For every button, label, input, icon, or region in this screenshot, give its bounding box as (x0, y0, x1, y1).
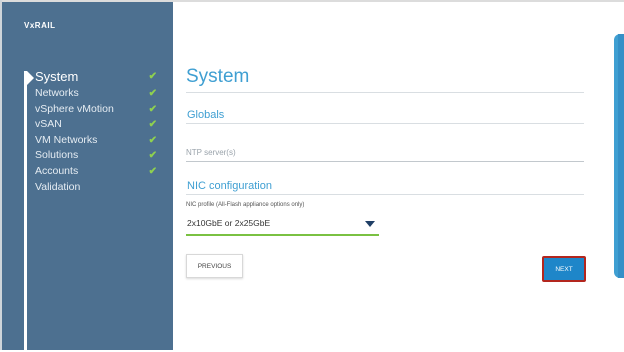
check-icon: ✔ (148, 88, 157, 99)
main-panel: System Globals NIC configuration NIC pro… (186, 0, 586, 350)
caret-down-icon (365, 221, 375, 227)
step-label: Solutions (35, 149, 79, 162)
check-icon: ✔ (148, 134, 157, 146)
step-vsphere-vmotion[interactable]: vSphere vMotion ✔ (35, 102, 165, 118)
check-icon: ✔ (148, 71, 157, 82)
next-button[interactable]: NEXT (542, 256, 586, 282)
check-icon: ✔ (148, 165, 157, 177)
step-label: vSAN (35, 118, 62, 131)
ntp-server-input[interactable] (186, 143, 584, 162)
step-label: Networks (35, 87, 79, 99)
divider (186, 194, 584, 195)
nic-profile-label: NIC profile (All-Flash appliance options… (186, 202, 305, 208)
side-drawer-edge (618, 34, 624, 278)
nic-profile-select[interactable]: 2x10GbE or 2x25GbE (186, 214, 379, 236)
nic-configuration-heading: NIC configuration (187, 180, 272, 192)
step-networks[interactable]: Networks ✔ (35, 86, 165, 102)
divider (186, 123, 584, 124)
step-accounts[interactable]: Accounts ✔ (35, 164, 165, 180)
vxrail-logo: VxRAIL (24, 21, 56, 30)
step-validation[interactable]: Validation (35, 180, 165, 196)
active-step-arrow-icon (27, 71, 34, 85)
check-icon: ✔ (148, 119, 157, 131)
divider (186, 92, 584, 93)
check-icon: ✔ (148, 103, 157, 115)
nic-profile-selected-value: 2x10GbE or 2x25GbE (187, 218, 271, 228)
wizard-steps: System ✔ Networks ✔ vSphere vMotion ✔ vS… (35, 68, 165, 195)
progress-line (24, 71, 27, 352)
step-solutions[interactable]: Solutions ✔ (35, 148, 165, 164)
step-label: VM Networks (35, 133, 98, 146)
step-label: System (35, 69, 79, 84)
step-vsan[interactable]: vSAN ✔ (35, 117, 165, 133)
step-system[interactable]: System ✔ (35, 68, 165, 86)
step-label: Accounts (35, 164, 79, 177)
check-icon: ✔ (148, 150, 157, 162)
previous-button[interactable]: PREVIOUS (186, 254, 243, 278)
globals-heading: Globals (187, 109, 225, 121)
step-label: vSphere vMotion (35, 102, 114, 115)
page-title: System (186, 66, 250, 87)
step-label: Validation (35, 180, 81, 193)
step-vm-networks[interactable]: VM Networks ✔ (35, 133, 165, 149)
